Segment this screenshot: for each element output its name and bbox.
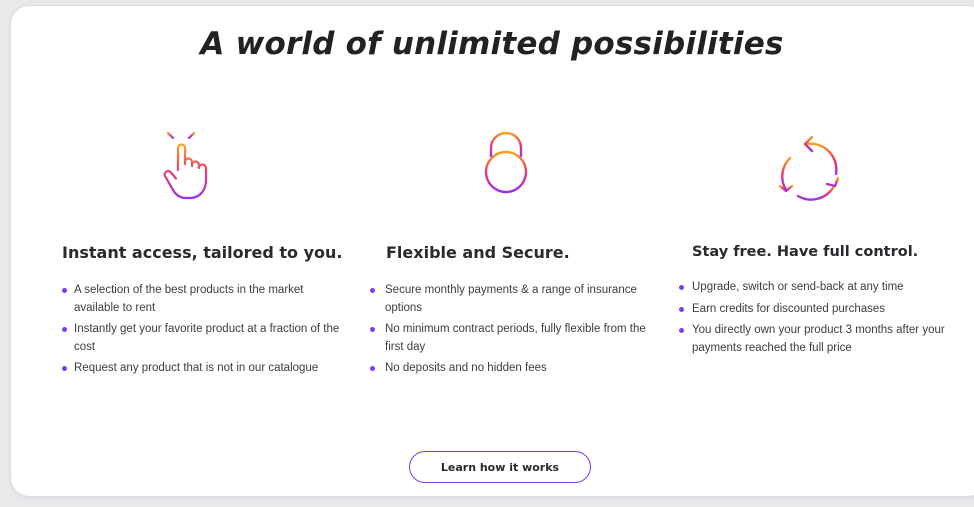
bullet-dot (679, 285, 684, 290)
bullet-dot (62, 366, 67, 371)
list-item: A selection of the best products in the … (62, 282, 352, 317)
bullet-dot (370, 327, 375, 332)
feature-points-list: Upgrade, switch or send-back at any time… (679, 279, 957, 357)
tap-hand-icon (157, 124, 219, 204)
bullet-dot (679, 328, 684, 333)
feature-column-flexible-secure: Flexible and Secure. Secure monthly paym… (370, 242, 651, 382)
list-item: No minimum contract periods, fully flexi… (370, 321, 651, 356)
learn-how-it-works-button[interactable]: Learn how it works (409, 451, 591, 483)
bullet-dot (62, 288, 67, 293)
bullet-dot (62, 327, 67, 332)
list-item: Upgrade, switch or send-back at any time (679, 279, 957, 297)
feature-column-full-control: Stay free. Have full control. Upgrade, s… (679, 242, 957, 361)
padlock-icon (481, 132, 533, 196)
list-item: Request any product that is not in our c… (62, 360, 352, 378)
list-item: Secure monthly payments & a range of ins… (370, 282, 651, 317)
feature-column-instant-access: Instant access, tailored to you. A selec… (62, 242, 352, 382)
bullet-dot (370, 366, 375, 371)
feature-title: Stay free. Have full control. (692, 244, 919, 260)
feature-title: Flexible and Secure. (386, 243, 570, 262)
feature-points-list: Secure monthly payments & a range of ins… (370, 282, 651, 378)
list-item: No deposits and no hidden fees (370, 360, 651, 378)
list-item: Earn credits for discounted purchases (679, 301, 957, 319)
feature-title: Instant access, tailored to you. (62, 243, 343, 262)
bullet-dot (679, 306, 684, 312)
list-item: Instantly get your favorite product at a… (62, 321, 352, 356)
list-item: You directly own your product 3 months a… (679, 322, 957, 357)
refresh-cycle-icon (776, 134, 844, 206)
page-title: A world of unlimited possibilities (200, 26, 784, 62)
bullet-dot (370, 288, 375, 293)
feature-points-list: A selection of the best products in the … (62, 282, 352, 378)
